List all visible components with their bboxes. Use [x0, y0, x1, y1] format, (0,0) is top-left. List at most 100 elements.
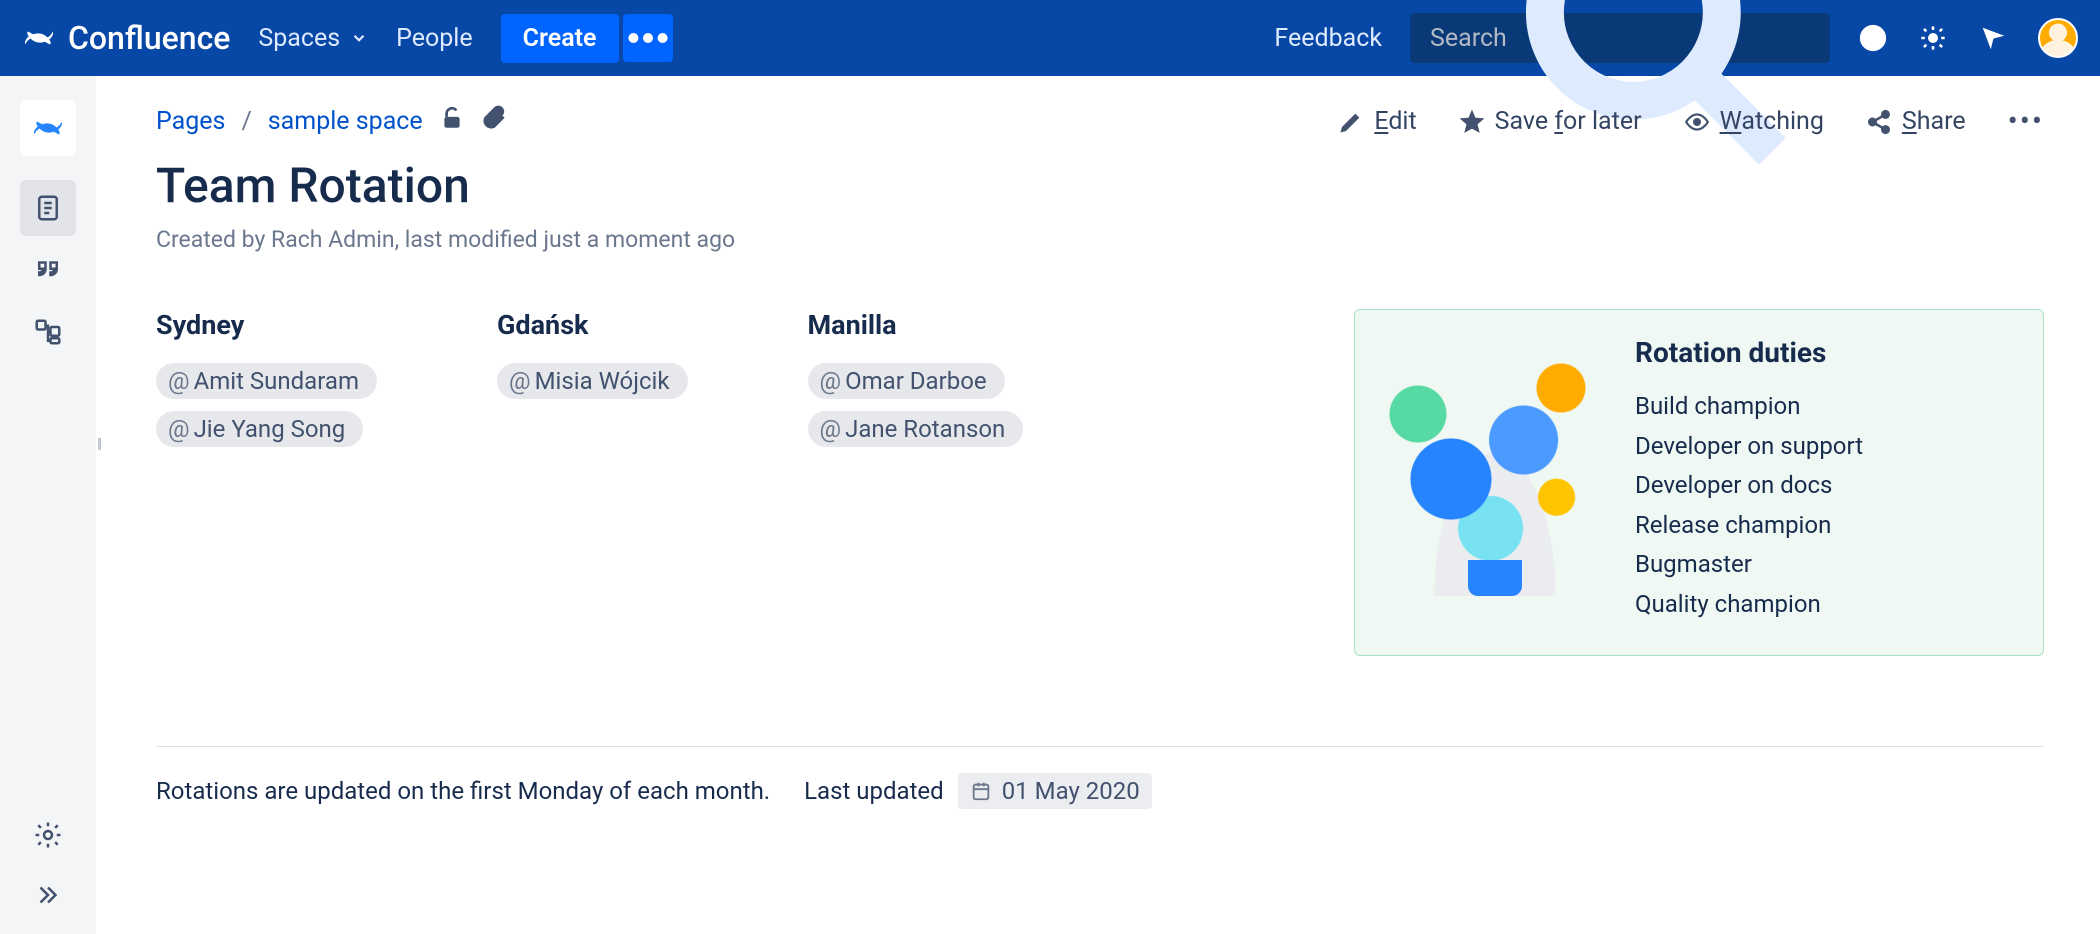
nav-icon-group: [1858, 18, 2078, 58]
app-shell: || Pages / sample space: [0, 76, 2100, 934]
lock-open-icon: [439, 105, 465, 131]
page-footer: Rotations are updated on the first Monda…: [156, 773, 2044, 809]
duty-item: Developer on docs: [1635, 466, 1863, 506]
star-icon: [1459, 109, 1485, 135]
divider: [156, 746, 2044, 747]
page-icon: [33, 193, 63, 223]
team-column: Gdańsk @Misia Wójcik: [497, 309, 688, 459]
teams-columns: Sydney@Amit Sundaram@Jie Yang SongGdańsk…: [156, 309, 1314, 459]
more-actions-button[interactable]: •••: [2008, 104, 2044, 139]
page-byline: Created by Rach Admin, last modified jus…: [156, 226, 2044, 253]
save-for-later-button[interactable]: Save for later: [1459, 107, 1642, 136]
pencil-icon: [1338, 109, 1364, 135]
notification-icon: [1979, 24, 2007, 52]
restrictions-button[interactable]: [439, 105, 465, 138]
mention-name: Amit Sundaram: [194, 367, 359, 395]
nav-people-label: People: [396, 24, 473, 53]
share-label: Share: [1902, 107, 1966, 136]
watching-button[interactable]: Watching: [1684, 107, 1824, 136]
nav-people[interactable]: People: [396, 24, 473, 53]
chevron-down-icon: [350, 29, 368, 47]
page-tree-icon: [33, 317, 63, 347]
duty-item: Release champion: [1635, 506, 1863, 546]
space-logo-icon: [31, 111, 65, 145]
nav-spaces-label: Spaces: [258, 24, 340, 53]
search-placeholder: Search: [1430, 24, 1507, 53]
quote-icon: [33, 255, 63, 285]
edit-button[interactable]: Edit: [1338, 107, 1416, 136]
page-header-row: Pages / sample space Edit Save for later: [156, 104, 2044, 139]
team-city: Manilla: [808, 309, 1024, 341]
mention-name: Omar Darboe: [845, 367, 987, 395]
attachment-icon: [481, 105, 507, 131]
sidebar-space-settings[interactable]: [33, 820, 63, 854]
user-mention[interactable]: @Jie Yang Song: [156, 411, 363, 447]
sidebar-pages[interactable]: [20, 180, 76, 236]
nav-spaces[interactable]: Spaces: [258, 24, 368, 53]
expand-icon: [33, 880, 63, 910]
gear-icon: [33, 820, 63, 850]
ellipsis-icon: [623, 13, 673, 63]
create-more-button[interactable]: [623, 14, 673, 62]
breadcrumb-sep: /: [241, 107, 251, 136]
team-column: Sydney@Amit Sundaram@Jie Yang Song: [156, 309, 377, 459]
date-lozenge[interactable]: 01 May 2020: [958, 773, 1152, 809]
nav-feedback[interactable]: Feedback: [1274, 24, 1382, 53]
sidebar-resize-handle[interactable]: ||: [97, 436, 100, 452]
user-mention[interactable]: @Misia Wójcik: [497, 363, 688, 399]
create-group: Create: [501, 14, 673, 63]
panel-title: Rotation duties: [1635, 336, 1863, 369]
sidebar-blog[interactable]: [20, 242, 76, 298]
product-name: Confluence: [68, 19, 230, 57]
team-city: Gdańsk: [497, 309, 688, 341]
at-symbol: @: [820, 415, 842, 443]
breadcrumb: Pages / sample space: [156, 105, 507, 138]
eye-icon: [1684, 109, 1710, 135]
info-panel: Rotation duties Build championDeveloper …: [1354, 309, 2044, 656]
share-button[interactable]: Share: [1866, 107, 1966, 136]
duties-list: Build championDeveloper on supportDevelo…: [1635, 387, 1863, 625]
breadcrumb-space[interactable]: sample space: [268, 107, 423, 136]
footer-note: Rotations are updated on the first Monda…: [156, 777, 770, 805]
page-content: Sydney@Amit Sundaram@Jie Yang SongGdańsk…: [156, 309, 2044, 656]
product-brand[interactable]: Confluence: [22, 19, 230, 57]
create-button[interactable]: Create: [501, 14, 619, 63]
page-main: Pages / sample space Edit Save for later: [96, 76, 2100, 934]
at-symbol: @: [509, 367, 531, 395]
team-column: Manilla@Omar Darboe@Jane Rotanson: [808, 309, 1024, 459]
mention-name: Jie Yang Song: [194, 415, 346, 443]
user-avatar[interactable]: [2038, 18, 2078, 58]
space-logo[interactable]: [20, 100, 76, 156]
mention-name: Jane Rotanson: [845, 415, 1005, 443]
duty-item: Quality champion: [1635, 585, 1863, 625]
user-mention[interactable]: @Jane Rotanson: [808, 411, 1024, 447]
global-search[interactable]: Search: [1410, 13, 1830, 63]
edit-label: Edit: [1374, 107, 1416, 136]
at-symbol: @: [168, 415, 190, 443]
settings-button[interactable]: [1918, 23, 1948, 53]
duty-item: Bugmaster: [1635, 545, 1863, 585]
at-symbol: @: [168, 367, 190, 395]
panel-illustration: [1385, 336, 1605, 596]
share-icon: [1866, 109, 1892, 135]
watching-label: Watching: [1720, 107, 1824, 136]
duty-item: Build champion: [1635, 387, 1863, 427]
page-title: Team Rotation: [156, 157, 2044, 214]
nav-feedback-label: Feedback: [1274, 24, 1382, 53]
sidebar-tree[interactable]: [20, 304, 76, 360]
help-button[interactable]: [1858, 23, 1888, 53]
at-symbol: @: [820, 367, 842, 395]
breadcrumb-pages[interactable]: Pages: [156, 107, 225, 136]
save-label: Save for later: [1495, 107, 1642, 136]
mention-name: Misia Wójcik: [535, 367, 670, 395]
panel-body: Rotation duties Build championDeveloper …: [1635, 336, 1863, 625]
team-city: Sydney: [156, 309, 377, 341]
global-nav: Confluence Spaces People Create Feedback…: [0, 0, 2100, 76]
user-mention[interactable]: @Omar Darboe: [808, 363, 1005, 399]
confluence-logo-icon: [22, 21, 56, 55]
user-mention[interactable]: @Amit Sundaram: [156, 363, 377, 399]
attachments-button[interactable]: [481, 105, 507, 138]
sidebar-expand[interactable]: [33, 880, 63, 914]
notifications-button[interactable]: [1978, 23, 2008, 53]
duty-item: Developer on support: [1635, 427, 1863, 467]
